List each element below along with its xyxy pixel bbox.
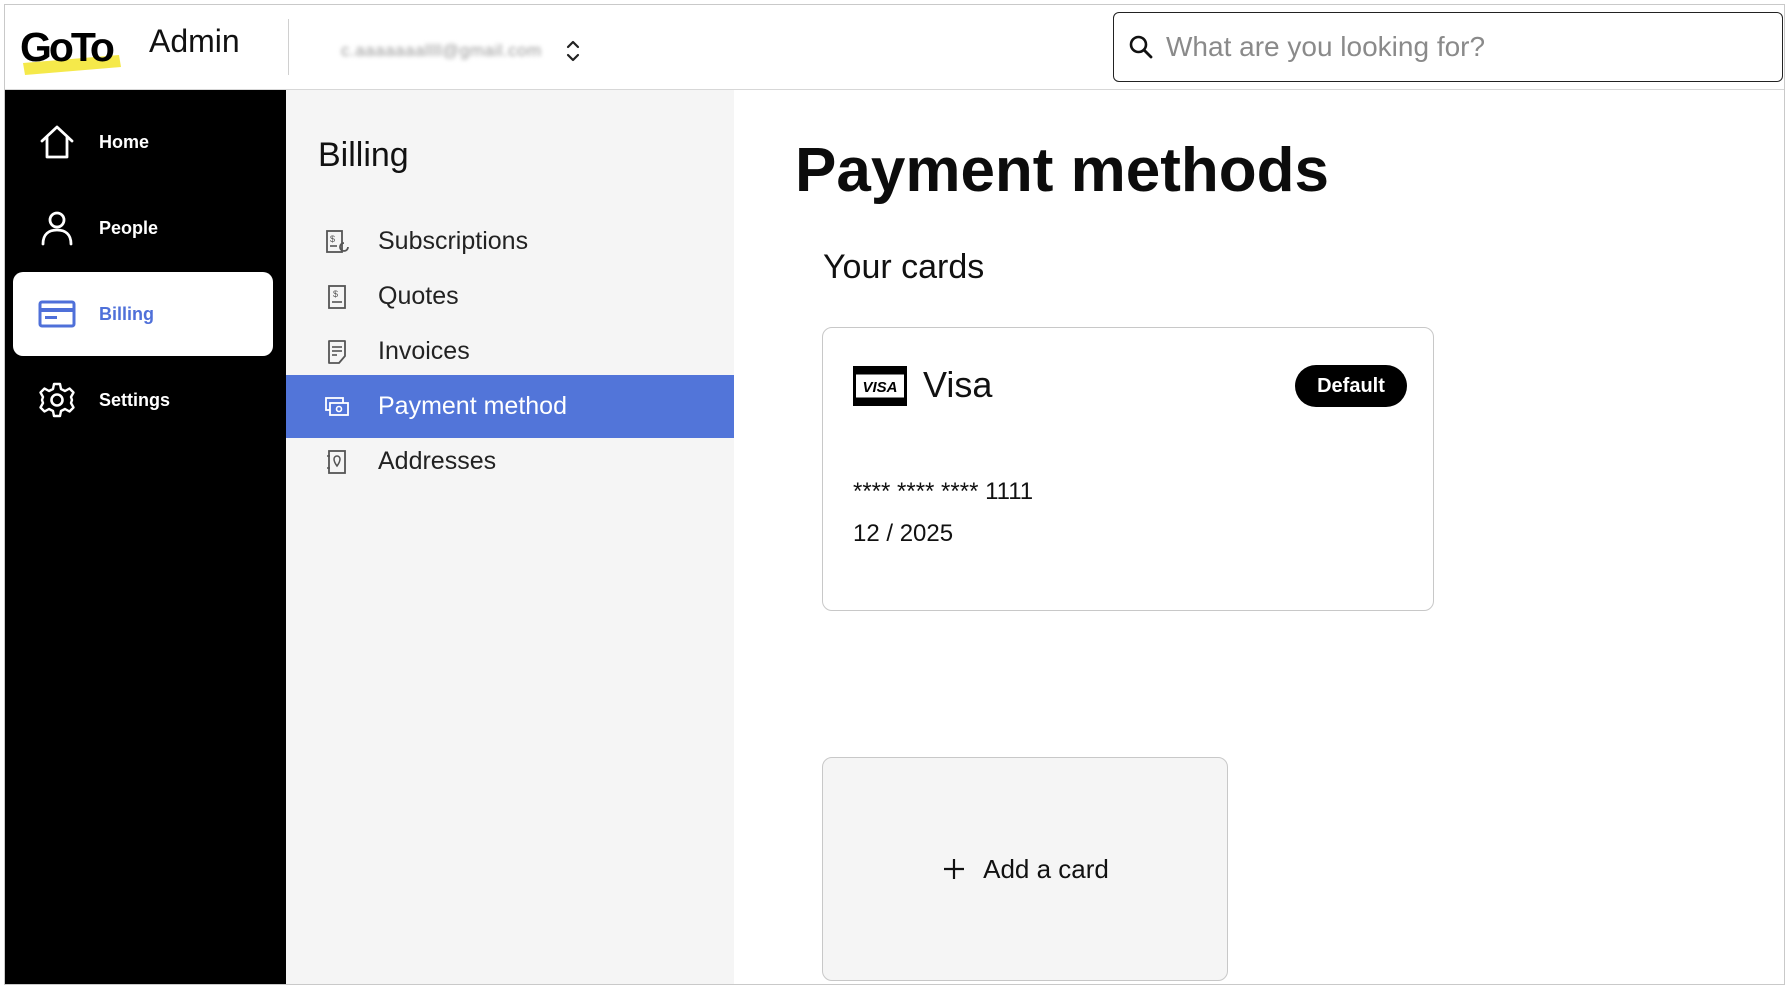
svg-text:GoTo: GoTo: [20, 24, 114, 70]
app-window: GoTo Admin c.aaaaaaallll@gmail.com Home: [4, 4, 1785, 985]
subnav-item-addresses[interactable]: Addresses: [286, 430, 734, 493]
gear-icon: [37, 380, 77, 420]
account-switcher[interactable]: c.aaaaaaallll@gmail.com: [341, 31, 582, 71]
subnav-title: Billing: [318, 136, 409, 174]
chevron-up-down-icon: [566, 40, 579, 62]
default-badge: Default: [1295, 365, 1407, 407]
search-box[interactable]: [1113, 12, 1783, 82]
subnav-label-payment-method: Payment method: [378, 392, 567, 420]
subnav-label-quotes: Quotes: [378, 282, 459, 310]
subscriptions-icon: $: [326, 229, 349, 253]
svg-text:$: $: [333, 289, 338, 299]
top-bar: GoTo Admin c.aaaaaaallll@gmail.com: [5, 5, 1784, 90]
nav-label-people: People: [99, 217, 159, 238]
search-input[interactable]: [1166, 31, 1746, 63]
subnav-item-invoices[interactable]: Invoices: [286, 320, 734, 383]
goto-logo[interactable]: GoTo: [19, 17, 129, 79]
payment-card-visa[interactable]: VISA Visa Default **** **** **** 1111 12…: [822, 327, 1434, 611]
main-content: Payment methods Your cards VISA Visa Def…: [734, 90, 1784, 984]
subnav-item-payment-method[interactable]: Payment method: [286, 375, 734, 438]
nav-item-people[interactable]: People: [13, 186, 273, 270]
card-number: **** **** **** 1111: [853, 478, 1034, 505]
nav-label-home: Home: [99, 131, 150, 152]
primary-nav: Home People Billing Settings: [5, 90, 286, 984]
card-expiry: 12 / 2025: [853, 520, 954, 547]
search-icon: [1129, 35, 1153, 59]
account-name: c.aaaaaaallll@gmail.com: [341, 41, 542, 60]
subnav-label-addresses: Addresses: [378, 447, 497, 475]
nav-item-home[interactable]: Home: [13, 100, 273, 184]
subnav-item-subscriptions[interactable]: $ Subscriptions: [286, 210, 734, 273]
subnav-label-invoices: Invoices: [378, 337, 470, 365]
section-title-your-cards: Your cards: [823, 248, 985, 286]
billing-subnav: Billing $ Subscriptions $ Quotes Invoice…: [286, 90, 734, 984]
nav-label-billing: Billing: [99, 303, 154, 324]
nav-label-settings: Settings: [99, 389, 171, 410]
subnav-item-quotes[interactable]: $ Quotes: [286, 265, 734, 328]
app-label: Admin: [149, 23, 240, 59]
page-title: Payment methods: [795, 136, 1330, 205]
payment-method-icon: [325, 396, 349, 416]
header-divider: [288, 19, 289, 75]
svg-text:VISA: VISA: [862, 379, 897, 396]
add-card-button[interactable]: Add a card: [822, 757, 1228, 981]
plus-icon: [944, 859, 965, 879]
nav-item-settings[interactable]: Settings: [13, 358, 273, 442]
person-icon: [37, 208, 77, 248]
add-card-label: Add a card: [983, 853, 1109, 884]
visa-card-icon: VISA: [853, 366, 907, 406]
invoices-icon: [328, 339, 346, 364]
home-icon: [37, 122, 77, 162]
billing-icon: [37, 294, 77, 334]
addresses-icon: [327, 449, 346, 474]
nav-item-billing[interactable]: Billing: [13, 272, 273, 356]
quotes-icon: $: [328, 284, 346, 309]
card-brand: Visa: [923, 364, 993, 405]
subnav-label-subscriptions: Subscriptions: [378, 227, 529, 255]
svg-text:$: $: [330, 234, 335, 244]
